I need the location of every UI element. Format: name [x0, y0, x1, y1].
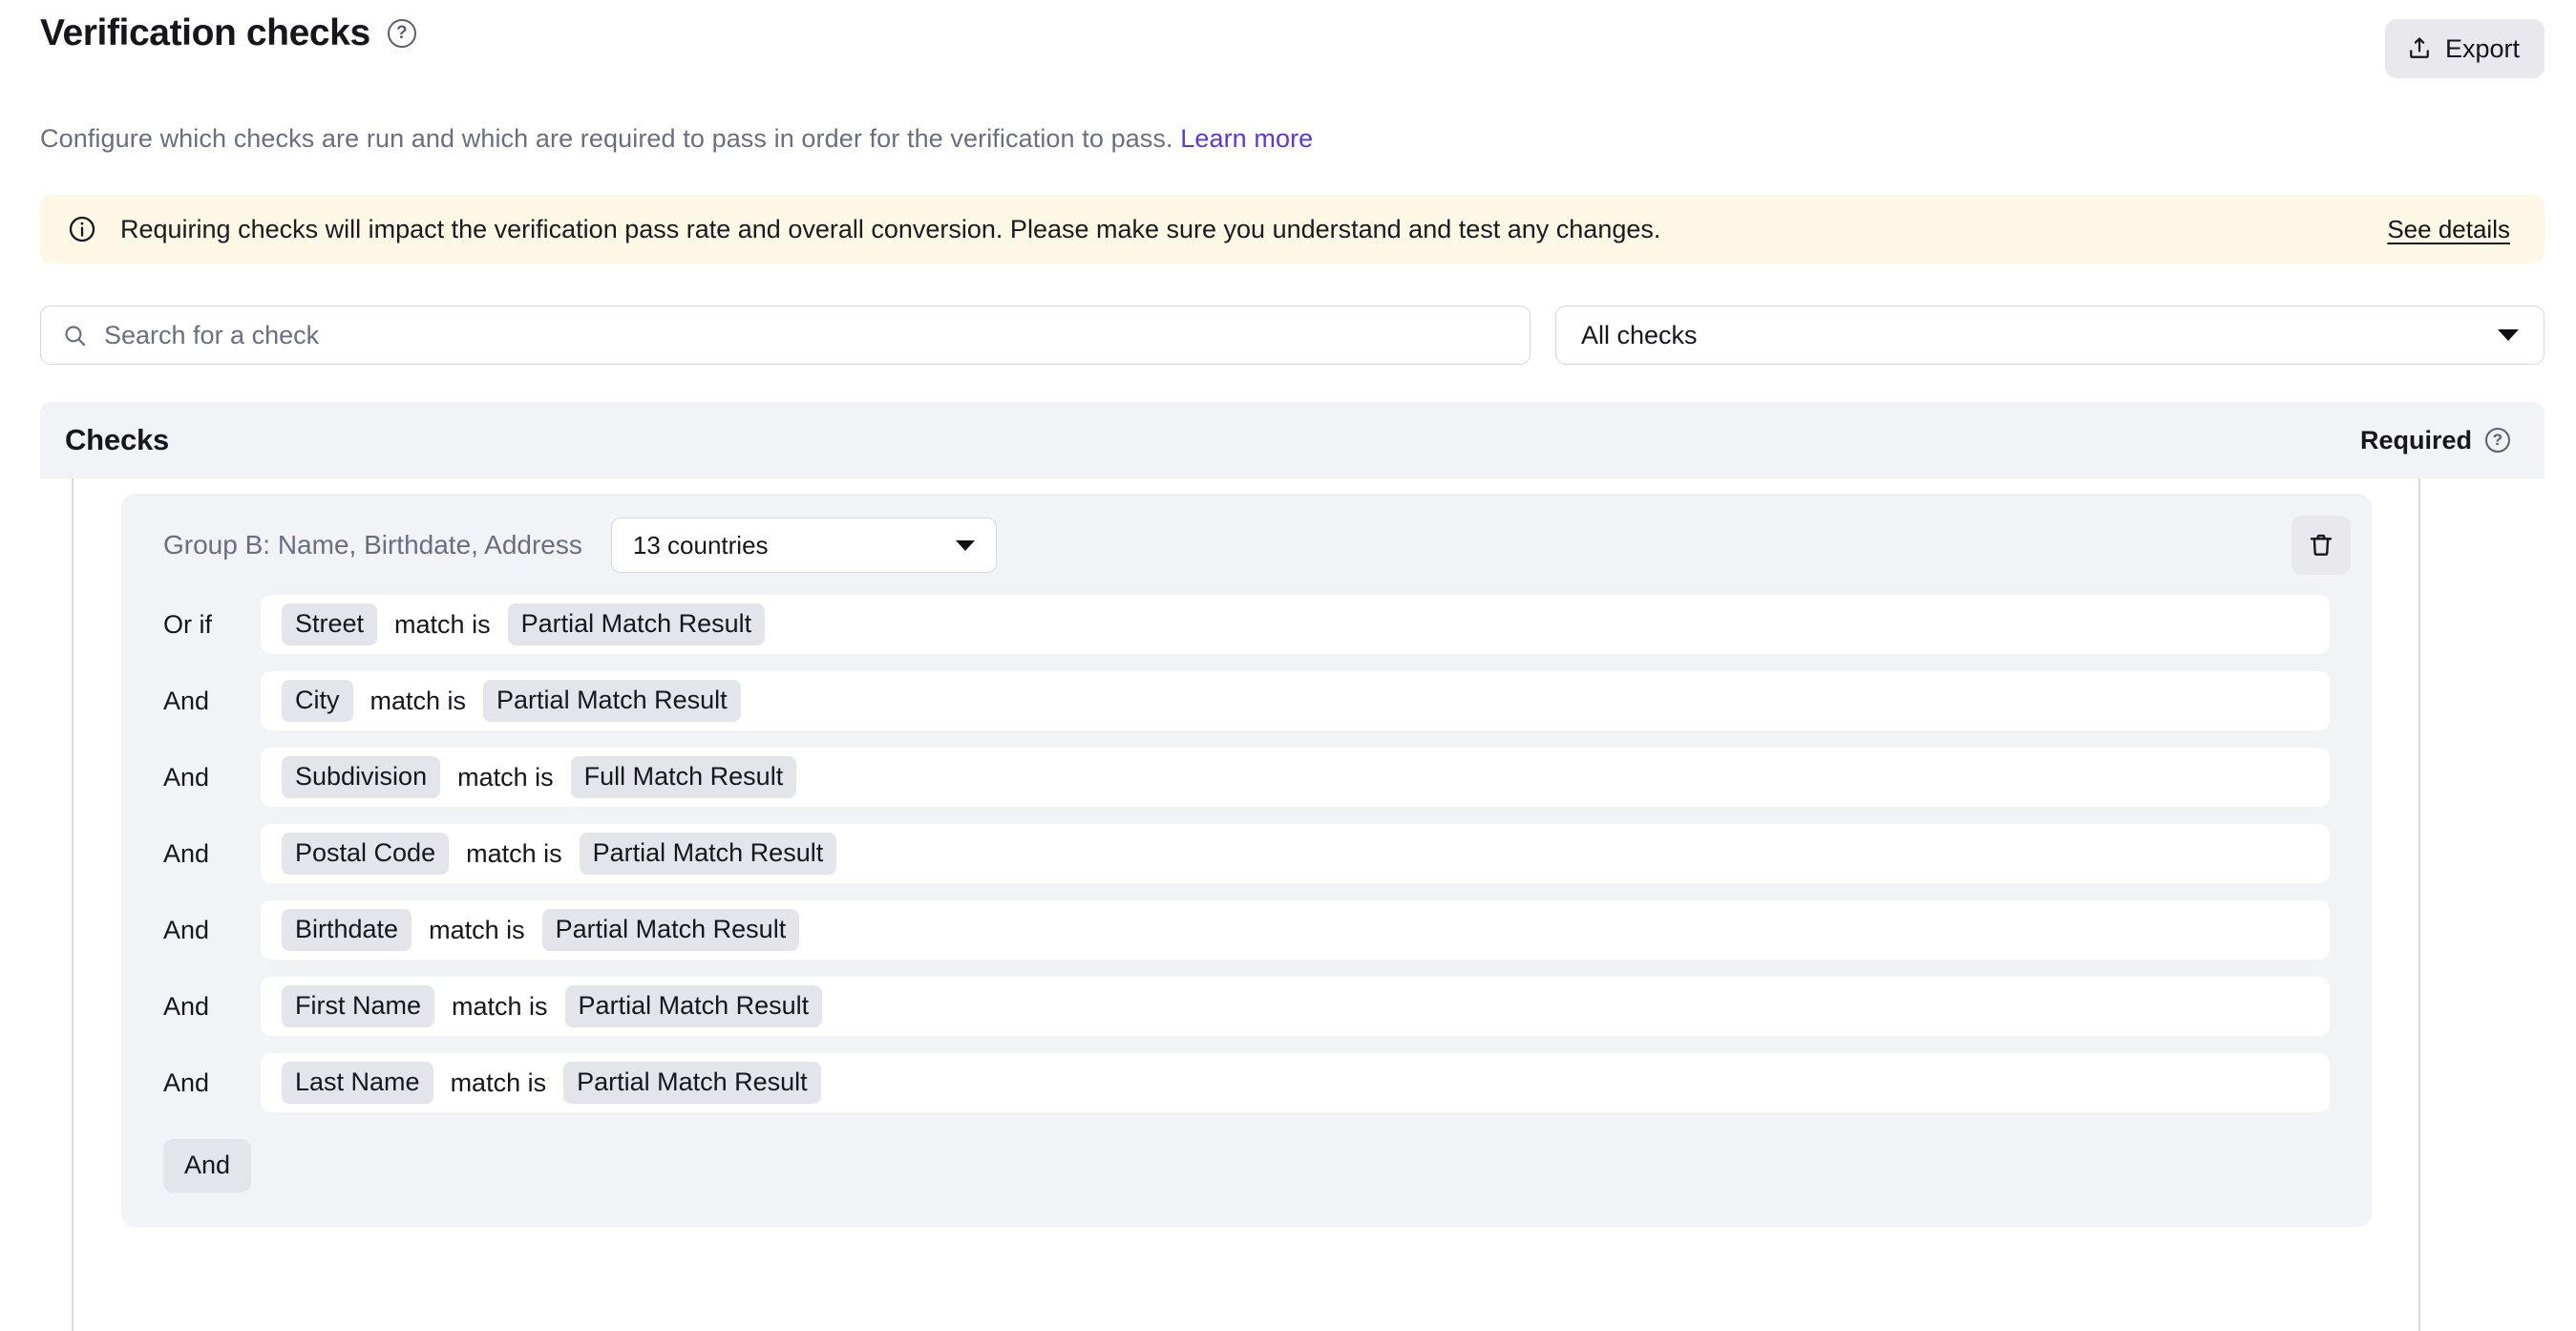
condition-value-chip[interactable]: Partial Match Result	[579, 833, 837, 875]
question-circle-icon[interactable]: ?	[2485, 428, 2510, 453]
condition-conjunction: And	[163, 991, 210, 1021]
title-group: Verification checks ?	[40, 12, 416, 54]
left-divider	[72, 478, 74, 1331]
page-header: Verification checks ? Export	[0, 0, 2576, 95]
condition-operator: match is	[394, 609, 491, 639]
checks-section-body: Group B: Name, Birthdate, Address 13 cou…	[40, 478, 2544, 1331]
condition-value-chip[interactable]: Partial Match Result	[507, 603, 766, 645]
condition-operator: match is	[466, 838, 562, 868]
checks-section-title: Checks	[65, 423, 170, 456]
required-column-header: Required ?	[2360, 426, 2510, 455]
condition-value-chip[interactable]: Partial Match Result	[483, 680, 741, 722]
condition-card[interactable]: First Name match is Partial Match Result	[261, 977, 2330, 1036]
condition-conjunction: And	[163, 838, 210, 868]
condition-row: And Last Name match is Partial Match Result	[163, 1053, 2330, 1112]
warning-banner: Requiring checks will impact the verific…	[40, 195, 2544, 264]
condition-operator: match is	[457, 762, 554, 792]
condition-row: And City match is Partial Match Result	[163, 671, 2330, 730]
page-description-text: Configure which checks are run and which…	[40, 124, 1173, 153]
condition-conjunction: And	[163, 686, 210, 715]
trash-icon	[2310, 534, 2333, 556]
learn-more-link[interactable]: Learn more	[1180, 124, 1313, 153]
checks-filter-select[interactable]: All checks	[1555, 306, 2544, 365]
chevron-down-icon	[955, 539, 975, 551]
condition-operator: match is	[450, 1067, 547, 1097]
condition-list: Or if Street match is Partial Match Result A…	[121, 595, 2372, 1112]
condition-row: And Birthdate match is Partial Match Result	[163, 900, 2330, 960]
condition-card[interactable]: Last Name match is Partial Match Result	[261, 1053, 2330, 1112]
see-details-link[interactable]: See details	[2387, 215, 2510, 244]
condition-card[interactable]: Postal Code match is Partial Match Result	[261, 824, 2330, 883]
search-field[interactable]	[40, 306, 1531, 365]
export-button[interactable]: Export	[2384, 19, 2544, 78]
question-circle-icon[interactable]: ?	[387, 19, 416, 49]
condition-field-chip[interactable]: Birthdate	[282, 909, 412, 951]
check-group-header: Group B: Name, Birthdate, Address 13 cou…	[121, 515, 2372, 576]
condition-conjunction: And	[163, 915, 210, 944]
condition-conjunction: And	[163, 762, 210, 792]
condition-field-chip[interactable]: First Name	[282, 985, 435, 1027]
verification-checks-page: Verification checks ? Export Configure w…	[0, 0, 2576, 1331]
condition-card[interactable]: Subdivision match is Full Match Result	[261, 748, 2330, 807]
condition-value-chip[interactable]: Partial Match Result	[541, 909, 800, 951]
warning-banner-message: Requiring checks will impact the verific…	[120, 214, 1661, 243]
chevron-down-icon	[2498, 329, 2519, 341]
add-condition-wrap: And	[121, 1139, 2372, 1193]
check-group-panel: Group B: Name, Birthdate, Address 13 cou…	[121, 494, 2372, 1227]
search-input[interactable]	[104, 320, 1509, 350]
condition-value-chip[interactable]: Partial Match Result	[563, 1062, 821, 1104]
condition-operator: match is	[429, 915, 525, 944]
condition-field-chip[interactable]: Last Name	[282, 1062, 433, 1104]
condition-field-chip[interactable]: City	[282, 680, 353, 722]
add-condition-button[interactable]: And	[163, 1139, 252, 1193]
condition-row: And First Name match is Partial Match Resul…	[163, 977, 2330, 1036]
condition-row: And Subdivision match is Full Match Result	[163, 748, 2330, 807]
right-divider	[2418, 478, 2420, 1331]
condition-operator: match is	[452, 991, 548, 1021]
upload-export-icon	[2410, 37, 2429, 58]
delete-group-button[interactable]	[2291, 516, 2351, 575]
condition-field-chip[interactable]: Subdivision	[282, 756, 441, 798]
checks-filter-value: All checks	[1581, 320, 1698, 349]
condition-conjunction: Or if	[163, 609, 212, 639]
checks-section-header: Checks Required ?	[40, 402, 2544, 478]
condition-card[interactable]: City match is Partial Match Result	[261, 671, 2330, 730]
condition-value-chip[interactable]: Full Match Result	[570, 756, 797, 798]
countries-select-value: 13 countries	[632, 530, 769, 560]
search-icon	[65, 325, 86, 346]
condition-row: Or if Street match is Partial Match Result	[163, 595, 2330, 654]
page-description: Configure which checks are run and which…	[40, 124, 1313, 154]
condition-conjunction: And	[163, 1067, 210, 1097]
condition-value-chip[interactable]: Partial Match Result	[564, 985, 823, 1027]
page-title: Verification checks	[40, 12, 370, 53]
check-group-name: Group B: Name, Birthdate, Address	[163, 530, 582, 560]
condition-row: And Postal Code match is Partial Match Resu…	[163, 824, 2330, 883]
required-label: Required	[2359, 425, 2472, 454]
condition-field-chip[interactable]: Street	[282, 603, 378, 645]
info-circle-icon	[69, 216, 95, 243]
condition-card[interactable]: Birthdate match is Partial Match Result	[261, 900, 2330, 960]
condition-card[interactable]: Street match is Partial Match Result	[261, 595, 2330, 654]
countries-select[interactable]: 13 countries	[610, 518, 997, 573]
condition-field-chip[interactable]: Postal Code	[282, 833, 450, 875]
export-button-label: Export	[2444, 33, 2520, 63]
condition-operator: match is	[370, 686, 467, 715]
